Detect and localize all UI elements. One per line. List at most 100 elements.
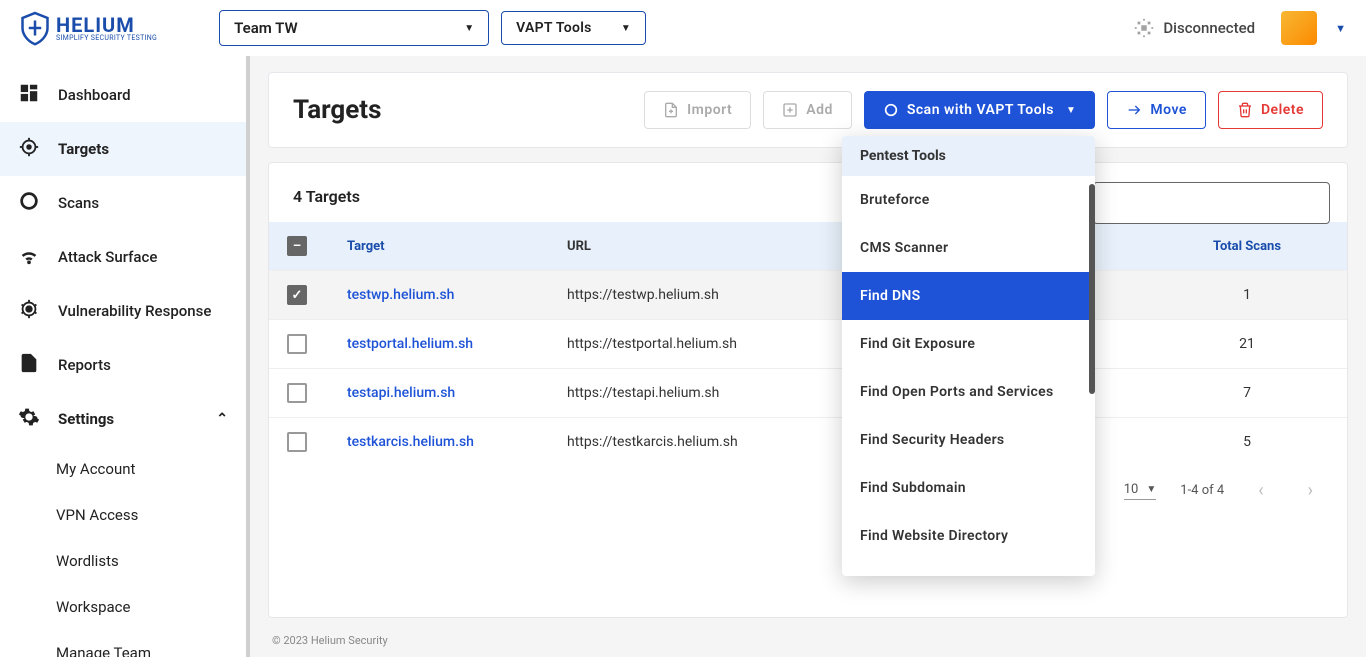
globe-icon: [1133, 17, 1155, 39]
team-selector[interactable]: Team TW ▼: [219, 10, 489, 46]
table-row[interactable]: testkarcis.helium.shhttps://testkarcis.h…: [269, 418, 1347, 467]
menu-item-find-security-headers[interactable]: Find Security Headers: [842, 416, 1095, 464]
table-row[interactable]: testportal.helium.shhttps://testportal.h…: [269, 320, 1347, 369]
trash-icon: [1237, 102, 1253, 118]
app-header: HELIUM SIMPLIFY SECURITY TESTING Team TW…: [0, 0, 1366, 56]
sidebar-item-label: Scans: [58, 194, 99, 212]
main-content: Targets Import Add Scan with VAPT Tools …: [250, 56, 1366, 657]
sidebar-item-scans[interactable]: Scans: [0, 176, 246, 230]
status-label: Disconnected: [1163, 19, 1255, 37]
title-toolbar: Targets Import Add Scan with VAPT Tools …: [268, 72, 1348, 148]
brand-tagline: SIMPLIFY SECURITY TESTING: [56, 35, 157, 42]
target-link[interactable]: testwp.helium.sh: [329, 271, 549, 320]
add-icon: [782, 102, 798, 118]
menu-item-find-website-tech[interactable]: Find Website Tech: [842, 560, 1095, 576]
prev-page-button[interactable]: ‹: [1248, 480, 1273, 501]
team-selected-label: Team TW: [234, 19, 298, 37]
brand-title: HELIUM: [56, 15, 157, 35]
sidebar-subitem-manage-team[interactable]: Manage Team: [0, 630, 246, 657]
select-all-checkbox[interactable]: –: [287, 236, 307, 256]
scan-count: 1: [1147, 271, 1347, 320]
menu-item-cms-scanner[interactable]: CMS Scanner: [842, 224, 1095, 272]
tools-selector[interactable]: VAPT Tools ▼: [501, 11, 646, 45]
scan-count: 7: [1147, 369, 1347, 418]
targets-count: 4 Targets: [293, 187, 360, 206]
scan-tools-menu: Pentest Tools BruteforceCMS ScannerFind …: [842, 136, 1095, 576]
row-checkbox[interactable]: ✓: [287, 285, 307, 305]
sidebar-subitem-my-account[interactable]: My Account: [0, 446, 246, 492]
sidebar-item-label: Targets: [58, 140, 109, 158]
menu-item-find-open-ports-and-services[interactable]: Find Open Ports and Services: [842, 368, 1095, 416]
move-button[interactable]: Move: [1107, 91, 1206, 129]
connection-status: Disconnected: [1133, 17, 1255, 39]
pagination: 10 ▼ 1-4 of 4 ‹ ›: [269, 466, 1347, 515]
user-avatar[interactable]: [1281, 11, 1317, 45]
menu-item-find-website-directory[interactable]: Find Website Directory: [842, 512, 1095, 560]
sidebar-item-settings[interactable]: Settings ⌃: [0, 392, 246, 446]
search-input[interactable]: [1093, 182, 1330, 224]
row-checkbox[interactable]: [287, 432, 307, 452]
import-button[interactable]: Import: [644, 91, 751, 129]
sidebar-subitem-vpn-access[interactable]: VPN Access: [0, 492, 246, 538]
row-checkbox[interactable]: [287, 334, 307, 354]
sidebar-item-label: Reports: [58, 356, 111, 374]
target-link[interactable]: testkarcis.helium.sh: [329, 418, 549, 467]
footer-copyright: © 2023 Helium Security: [268, 618, 1348, 657]
row-checkbox[interactable]: [287, 383, 307, 403]
pagination-range: 1-4 of 4: [1180, 483, 1224, 498]
sidebar-item-targets[interactable]: Targets: [0, 122, 246, 176]
scan-count: 5: [1147, 418, 1347, 467]
bug-icon: [18, 298, 40, 324]
chevron-down-icon: ▼: [464, 23, 474, 34]
import-icon: [663, 102, 679, 118]
menu-header: Pentest Tools: [842, 136, 1095, 176]
chevron-down-icon: ▼: [1146, 484, 1156, 495]
sidebar-nav: Dashboard Targets Scans Attack Surface Vulne…: [0, 56, 250, 657]
menu-item-bruteforce[interactable]: Bruteforce: [842, 176, 1095, 224]
chevron-down-icon: ▼: [1066, 105, 1076, 116]
col-scans[interactable]: Total Scans: [1147, 222, 1347, 271]
chevron-down-icon[interactable]: ▼: [1335, 22, 1346, 35]
sidebar-item-dashboard[interactable]: Dashboard: [0, 68, 246, 122]
sidebar-item-label: Attack Surface: [58, 248, 157, 266]
chevron-down-icon: ▼: [621, 23, 631, 34]
arrow-right-icon: [1126, 102, 1142, 118]
table-row[interactable]: testapi.helium.shhttps://testapi.helium.…: [269, 369, 1347, 418]
wifi-icon: [18, 244, 40, 270]
table-row[interactable]: ✓testwp.helium.shhttps://testwp.helium.s…: [269, 271, 1347, 320]
scan-count: 21: [1147, 320, 1347, 369]
dashboard-icon: [18, 82, 40, 108]
targets-table: – Target URL Total Scans ✓testwp.helium.…: [269, 222, 1347, 466]
menu-item-find-subdomain[interactable]: Find Subdomain: [842, 464, 1095, 512]
sidebar-item-label: Dashboard: [58, 86, 131, 104]
sidebar-item-label: Settings: [58, 410, 114, 428]
gear-icon: [18, 406, 40, 432]
sidebar-item-vulnerability-response[interactable]: Vulnerability Response: [0, 284, 246, 338]
page-size-selector[interactable]: 10 ▼: [1124, 482, 1157, 500]
sidebar-subitem-wordlists[interactable]: Wordlists: [0, 538, 246, 584]
delete-button[interactable]: Delete: [1218, 91, 1323, 129]
menu-item-find-dns[interactable]: Find DNS: [842, 272, 1095, 320]
sidebar-item-reports[interactable]: Reports: [0, 338, 246, 392]
scan-button[interactable]: Scan with VAPT Tools ▼: [864, 91, 1096, 129]
chevron-up-icon: ⌃: [216, 411, 228, 427]
targets-table-card: 4 Targets – Target URL Total Scans ✓test…: [268, 162, 1348, 618]
page-title: Targets: [293, 95, 632, 125]
menu-scrollbar[interactable]: [1089, 184, 1095, 394]
circle-icon: [18, 190, 40, 216]
next-page-button[interactable]: ›: [1298, 480, 1323, 501]
tools-selected-label: VAPT Tools: [516, 20, 592, 36]
sidebar-subitem-workspace[interactable]: Workspace: [0, 584, 246, 630]
sidebar-item-label: Vulnerability Response: [58, 302, 211, 320]
target-link[interactable]: testapi.helium.sh: [329, 369, 549, 418]
col-target[interactable]: Target: [329, 222, 549, 271]
target-icon: [18, 136, 40, 162]
sidebar-item-attack-surface[interactable]: Attack Surface: [0, 230, 246, 284]
scan-icon: [883, 102, 899, 118]
brand-logo: HELIUM SIMPLIFY SECURITY TESTING: [20, 10, 157, 46]
menu-item-find-git-exposure[interactable]: Find Git Exposure: [842, 320, 1095, 368]
target-link[interactable]: testportal.helium.sh: [329, 320, 549, 369]
add-button[interactable]: Add: [763, 91, 852, 129]
file-icon: [18, 352, 40, 378]
shield-icon: [20, 10, 50, 46]
